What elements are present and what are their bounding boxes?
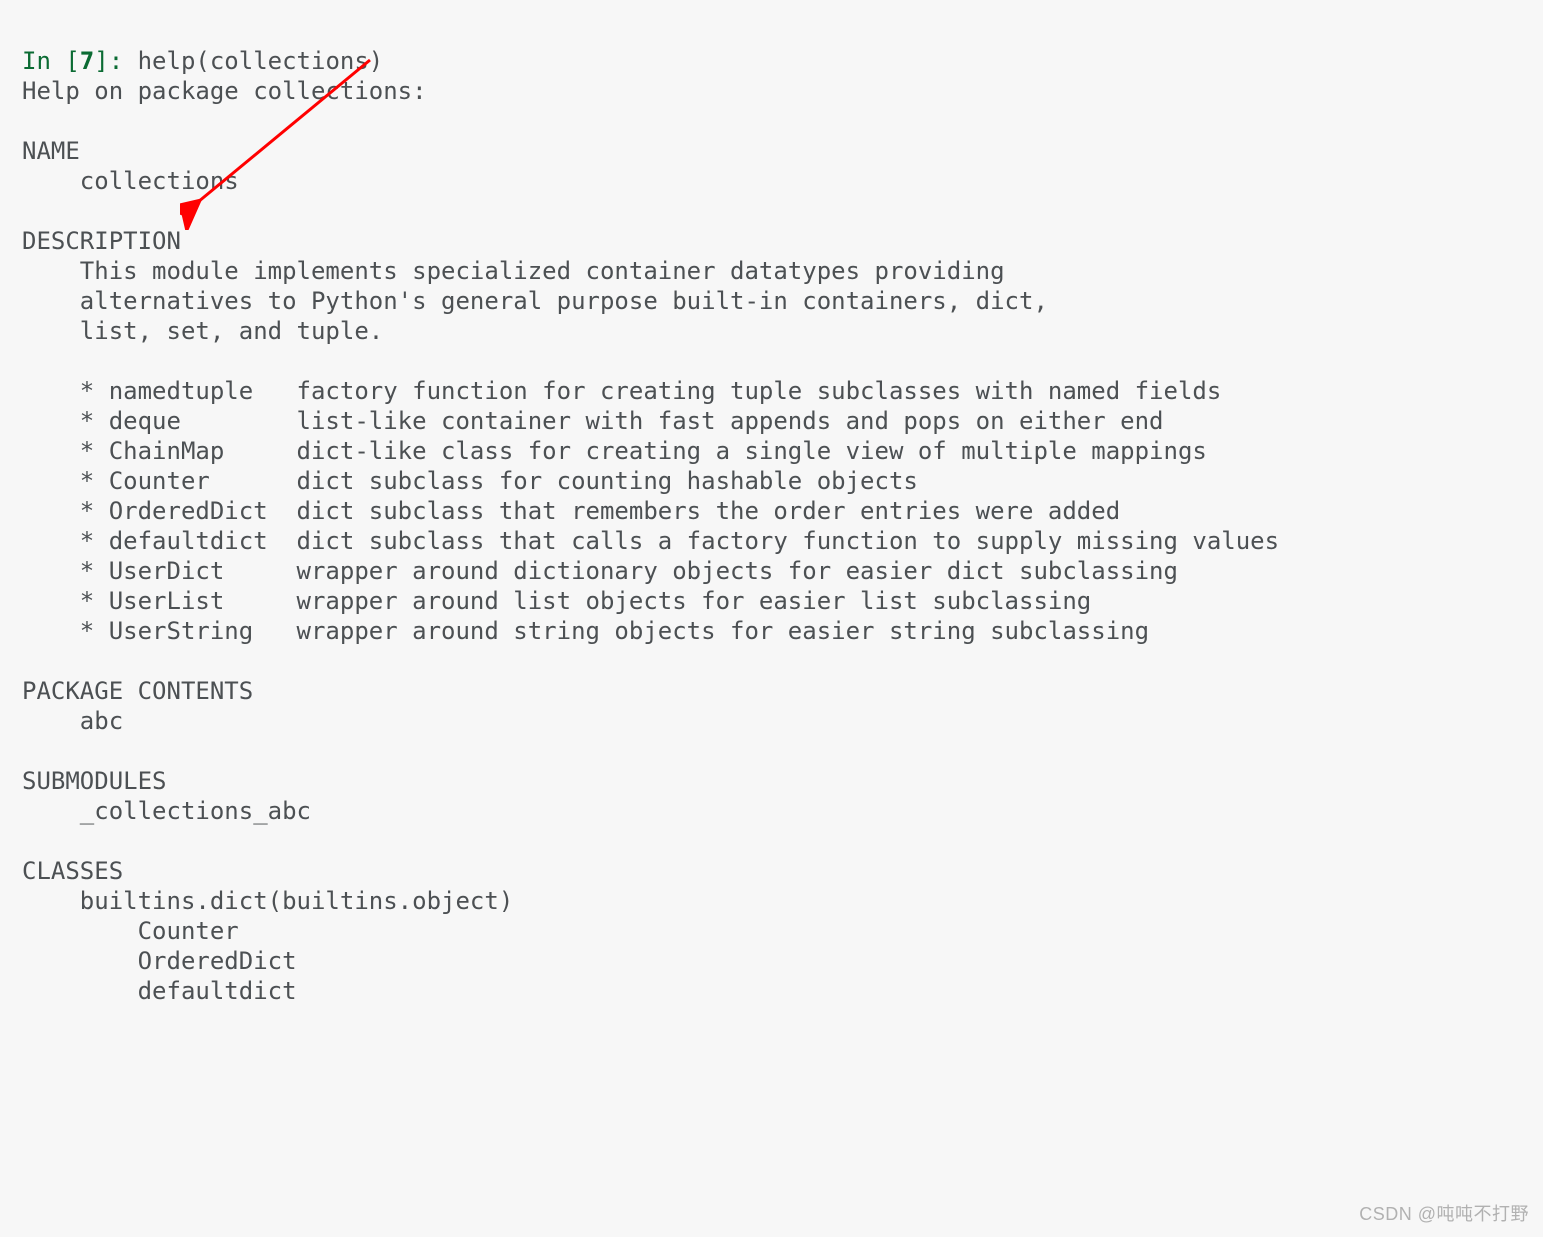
- package-contents-value: abc: [22, 707, 123, 735]
- ipython-cell: In [7]: help(collections) Help on packag…: [0, 0, 1543, 1022]
- description-item: * deque list-like container with fast ap…: [22, 407, 1164, 435]
- section-classes-header: CLASSES: [22, 857, 123, 885]
- submodules-value: _collections_abc: [22, 797, 311, 825]
- section-description-header: DESCRIPTION: [22, 227, 181, 255]
- prompt-close: ]:: [94, 47, 137, 75]
- description-line: list, set, and tuple.: [22, 317, 383, 345]
- description-item: * Counter dict subclass for counting has…: [22, 467, 918, 495]
- description-item: * OrderedDict dict subclass that remembe…: [22, 497, 1120, 525]
- description-item: * defaultdict dict subclass that calls a…: [22, 527, 1279, 555]
- input-code[interactable]: help(collections): [138, 47, 384, 75]
- classes-line: Counter: [22, 917, 239, 945]
- section-name-header: NAME: [22, 137, 80, 165]
- classes-line: builtins.dict(builtins.object): [22, 887, 513, 915]
- prompt-number: 7: [80, 47, 94, 75]
- description-line: This module implements specialized conta…: [22, 257, 1005, 285]
- input-prompt: In [7]:: [22, 47, 138, 75]
- classes-line: defaultdict: [22, 977, 297, 1005]
- classes-line: OrderedDict: [22, 947, 297, 975]
- description-line: alternatives to Python's general purpose…: [22, 287, 1048, 315]
- description-item: * namedtuple factory function for creati…: [22, 377, 1221, 405]
- watermark-text: CSDN @吨吨不打野: [1359, 1199, 1529, 1229]
- section-submodules-header: SUBMODULES: [22, 767, 167, 795]
- help-header: Help on package collections:: [22, 77, 427, 105]
- description-item: * UserString wrapper around string objec…: [22, 617, 1149, 645]
- section-package-contents-header: PACKAGE CONTENTS: [22, 677, 253, 705]
- section-name-value: collections: [22, 167, 239, 195]
- description-item: * ChainMap dict-like class for creating …: [22, 437, 1207, 465]
- description-item: * UserList wrapper around list objects f…: [22, 587, 1091, 615]
- prompt-in-label: In [: [22, 47, 80, 75]
- description-item: * UserDict wrapper around dictionary obj…: [22, 557, 1178, 585]
